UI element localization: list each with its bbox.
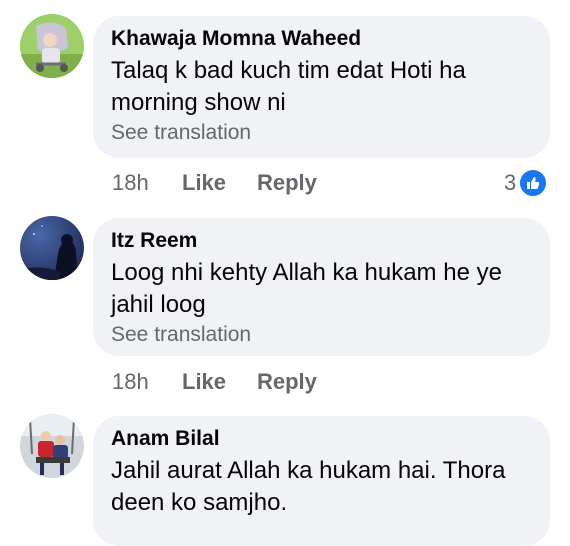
comment-author[interactable]: Anam Bilal <box>111 426 532 452</box>
comment-text: Loog nhi kehty Allah ka hukam he ye jahi… <box>111 257 532 321</box>
comment-text-line: morning show ni <box>111 89 286 116</box>
comment-text: Jahil aurat Allah ka hukam hai. Thora de… <box>111 455 532 519</box>
comment-text-line: deen ko samjho. <box>111 489 288 516</box>
comment-author[interactable]: Khawaja Momna Waheed <box>111 26 532 52</box>
like-button[interactable]: Like <box>182 369 226 395</box>
comment-bubble: Khawaja Momna Waheed Talaq k bad kuch ti… <box>93 16 550 158</box>
see-translation-link[interactable]: See translation <box>111 119 532 147</box>
reaction-count: 3 <box>504 170 517 195</box>
comment-timestamp[interactable]: 18h <box>112 369 149 395</box>
reply-button[interactable]: Reply <box>257 369 317 395</box>
like-button[interactable]: Like <box>182 170 226 196</box>
comment-timestamp[interactable]: 18h <box>112 170 149 196</box>
reaction-summary[interactable]: 3 <box>504 168 549 198</box>
comment-text-line: Talaq k bad kuch tim edat Hoti ha <box>111 57 466 84</box>
comment-author[interactable]: Itz Reem <box>111 228 532 254</box>
comment-bubble: Itz Reem Loog nhi kehty Allah ka hukam h… <box>93 218 550 356</box>
comment-text: Talaq k bad kuch tim edat Hoti ha mornin… <box>111 55 532 119</box>
avatar[interactable] <box>20 414 84 478</box>
comment-text-line: Loog nhi kehty Allah ka hukam he ye <box>111 259 502 286</box>
comment-bubble: Anam Bilal Jahil aurat Allah ka hukam ha… <box>93 416 550 546</box>
comment-text-line: jahil loog <box>111 291 206 318</box>
avatar[interactable] <box>20 216 84 280</box>
comment-text-line: Jahil aurat Allah ka hukam hai. Thora <box>111 457 506 484</box>
thumbs-up-icon <box>518 168 549 198</box>
reply-button[interactable]: Reply <box>257 170 317 196</box>
see-translation-link[interactable]: See translation <box>111 321 532 349</box>
avatar[interactable] <box>20 14 84 78</box>
